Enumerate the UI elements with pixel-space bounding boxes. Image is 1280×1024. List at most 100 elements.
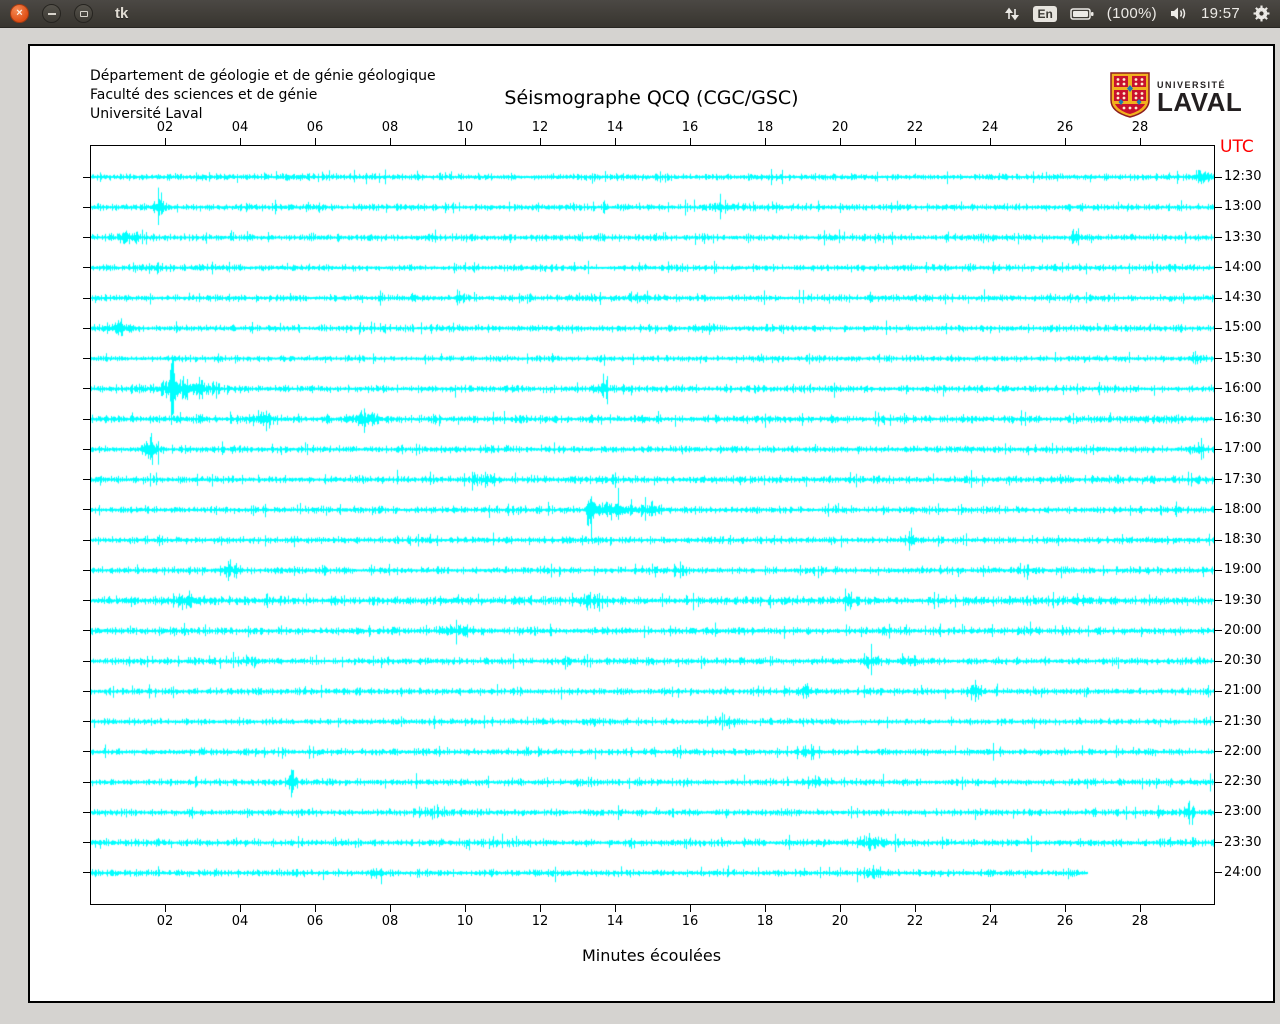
utc-row-label: 19:00: [1224, 562, 1261, 577]
row-tick-left: [83, 570, 90, 571]
maximize-icon: [80, 11, 88, 17]
utc-axis-title: UTC: [1220, 137, 1254, 157]
x-tick-top: [540, 138, 541, 145]
utc-row-label: 15:00: [1224, 320, 1261, 335]
x-tick-top: [690, 138, 691, 145]
x-tick-label-top: 16: [682, 120, 699, 135]
row-tick-right: [1215, 237, 1222, 238]
row-tick-right: [1215, 509, 1222, 510]
row-tick-right: [1215, 661, 1222, 662]
x-tick-label-bottom: 18: [757, 914, 774, 929]
utc-row-label: 17:30: [1224, 472, 1261, 487]
x-tick-label-top: 28: [1132, 120, 1149, 135]
utc-row-label: 21:30: [1224, 714, 1261, 729]
laval-wordmark: UNIVERSITÉ LAVAL: [1157, 80, 1242, 114]
minimize-icon: [48, 13, 56, 15]
volume-icon[interactable]: [1170, 6, 1188, 21]
window-title: tk: [115, 5, 128, 22]
close-button[interactable]: ×: [10, 4, 29, 23]
x-tick-label-bottom: 20: [832, 914, 849, 929]
x-tick-top: [315, 138, 316, 145]
row-tick-left: [83, 207, 90, 208]
x-tick-top: [165, 138, 166, 145]
x-tick-bottom: [540, 905, 541, 912]
row-tick-right: [1215, 872, 1222, 873]
row-tick-right: [1215, 842, 1222, 843]
keyboard-layout-indicator[interactable]: En: [1033, 6, 1056, 22]
utc-row-label: 23:30: [1224, 835, 1261, 850]
row-tick-left: [83, 267, 90, 268]
x-tick-label-top: 18: [757, 120, 774, 135]
row-tick-left: [83, 661, 90, 662]
x-tick-bottom: [315, 905, 316, 912]
seismogram-canvas: [90, 145, 1215, 905]
x-axis-title: Minutes écoulées: [30, 946, 1273, 965]
x-tick-bottom: [1065, 905, 1066, 912]
x-tick-top: [390, 138, 391, 145]
row-tick-left: [83, 872, 90, 873]
laval-logo: UNIVERSITÉ LAVAL: [1110, 72, 1242, 122]
titlebar: × tk En (100%) 19:57: [0, 0, 1280, 28]
row-tick-left: [83, 691, 90, 692]
updown-arrows-icon[interactable]: [1004, 6, 1020, 22]
x-tick-label-top: 04: [232, 120, 249, 135]
utc-row-label: 13:00: [1224, 199, 1261, 214]
row-tick-right: [1215, 782, 1222, 783]
row-tick-right: [1215, 721, 1222, 722]
row-tick-right: [1215, 177, 1222, 178]
institution-line-1: Département de géologie et de génie géol…: [90, 67, 436, 86]
utc-row-label: 18:30: [1224, 532, 1261, 547]
row-tick-left: [83, 237, 90, 238]
utc-row-label: 20:00: [1224, 623, 1261, 638]
battery-percent-label[interactable]: (100%): [1107, 5, 1157, 22]
x-tick-top: [615, 138, 616, 145]
utc-row-label: 23:00: [1224, 804, 1261, 819]
row-tick-right: [1215, 600, 1222, 601]
x-tick-label-top: 06: [307, 120, 324, 135]
x-tick-top: [915, 138, 916, 145]
maximize-button[interactable]: [74, 4, 93, 23]
row-tick-right: [1215, 570, 1222, 571]
row-tick-left: [83, 328, 90, 329]
x-tick-bottom: [840, 905, 841, 912]
row-tick-right: [1215, 267, 1222, 268]
utc-row-label: 21:00: [1224, 683, 1261, 698]
utc-row-label: 19:30: [1224, 593, 1261, 608]
laval-shield-icon: [1110, 72, 1150, 122]
utc-row-label: 14:30: [1224, 290, 1261, 305]
utc-row-label: 20:30: [1224, 653, 1261, 668]
row-tick-left: [83, 782, 90, 783]
seismograph-window-panel: Département de géologie et de génie géol…: [28, 44, 1275, 1003]
x-tick-label-top: 26: [1057, 120, 1074, 135]
x-tick-label-bottom: 12: [532, 914, 549, 929]
row-tick-right: [1215, 419, 1222, 420]
x-tick-label-bottom: 24: [982, 914, 999, 929]
x-tick-top: [465, 138, 466, 145]
x-tick-label-top: 24: [982, 120, 999, 135]
minimize-button[interactable]: [42, 4, 61, 23]
x-tick-label-bottom: 02: [157, 914, 174, 929]
row-tick-left: [83, 358, 90, 359]
window-controls: ×: [10, 4, 93, 23]
x-tick-bottom: [765, 905, 766, 912]
x-tick-top: [240, 138, 241, 145]
row-tick-left: [83, 540, 90, 541]
x-tick-label-top: 02: [157, 120, 174, 135]
row-tick-left: [83, 812, 90, 813]
clock-label[interactable]: 19:57: [1201, 5, 1240, 22]
utc-row-label: 16:30: [1224, 411, 1261, 426]
utc-row-label: 18:00: [1224, 502, 1261, 517]
row-tick-left: [83, 721, 90, 722]
gear-icon[interactable]: [1253, 5, 1270, 22]
row-tick-left: [83, 449, 90, 450]
x-tick-label-bottom: 10: [457, 914, 474, 929]
utc-row-label: 15:30: [1224, 351, 1261, 366]
x-tick-bottom: [615, 905, 616, 912]
utc-row-label: 22:00: [1224, 744, 1261, 759]
row-tick-right: [1215, 691, 1222, 692]
x-tick-label-bottom: 22: [907, 914, 924, 929]
x-tick-label-bottom: 28: [1132, 914, 1149, 929]
row-tick-left: [83, 842, 90, 843]
page-title: Séismographe QCQ (CGC/GSC): [30, 87, 1273, 109]
battery-icon[interactable]: [1070, 7, 1094, 21]
